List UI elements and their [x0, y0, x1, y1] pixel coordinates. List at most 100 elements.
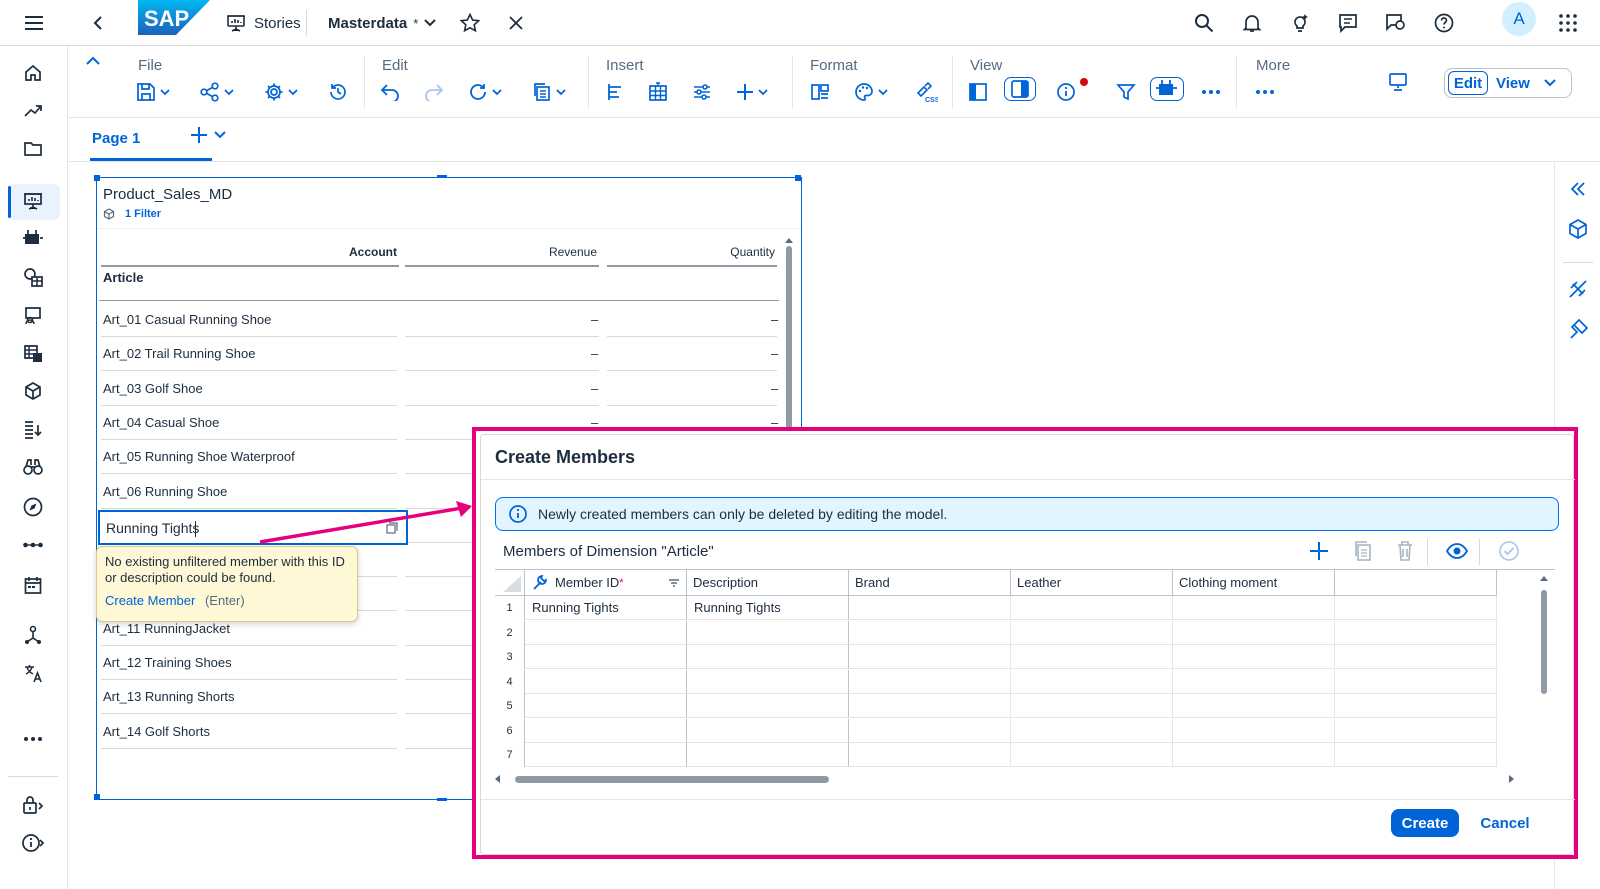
discussions-icon[interactable]: [1382, 9, 1410, 37]
show-hide-columns-button[interactable]: [1445, 539, 1469, 563]
help-icon[interactable]: [1430, 9, 1458, 37]
paintbrush-icon[interactable]: [1567, 318, 1589, 340]
theme-menu-button[interactable]: [854, 80, 888, 104]
stories-button[interactable]: Stories: [226, 8, 301, 38]
column-header-clothing-moment[interactable]: Clothing moment: [1173, 570, 1335, 596]
styling-tools-icon[interactable]: [1567, 278, 1589, 300]
document-title-menu[interactable]: Masterdata *: [328, 8, 436, 38]
home-icon[interactable]: [20, 60, 46, 86]
version-history-button[interactable]: [328, 80, 348, 104]
model-cube-icon[interactable]: [20, 378, 46, 404]
filter-button[interactable]: [1116, 80, 1136, 104]
leather-cell[interactable]: [1011, 620, 1173, 645]
css-editor-button[interactable]: CSS: [916, 80, 938, 104]
leather-cell[interactable]: [1011, 669, 1173, 694]
more-button[interactable]: [1256, 80, 1274, 104]
multi-actions-icon[interactable]: [20, 622, 46, 648]
leather-cell[interactable]: [1011, 743, 1173, 767]
compass-icon[interactable]: [20, 494, 46, 520]
row-number[interactable]: 7: [495, 743, 525, 767]
account-header[interactable]: Account: [101, 238, 397, 266]
insert-chart-button[interactable]: [606, 80, 626, 104]
data-analyzer-icon[interactable]: [20, 264, 46, 290]
column-header-member-id[interactable]: Member ID *: [525, 570, 687, 596]
description-cell[interactable]: [687, 669, 849, 694]
view-more-button[interactable]: [1202, 80, 1220, 104]
settings-menu-button[interactable]: [264, 80, 298, 104]
menu-icon[interactable]: [20, 9, 48, 37]
resize-handle[interactable]: [94, 794, 100, 800]
description-cell[interactable]: [687, 694, 849, 718]
row-number[interactable]: 3: [495, 645, 525, 669]
view-mode-button[interactable]: View: [1496, 75, 1556, 92]
add-member-button[interactable]: [1307, 539, 1331, 563]
description-cell[interactable]: [687, 743, 849, 767]
redo-button[interactable]: [424, 80, 444, 104]
refresh-menu-button[interactable]: [468, 80, 502, 104]
scroll-up-arrow[interactable]: [785, 238, 793, 243]
resize-handle[interactable]: [437, 798, 447, 801]
member-id-cell[interactable]: [525, 645, 687, 669]
row-number[interactable]: 6: [495, 718, 525, 743]
validate-button[interactable]: [1497, 539, 1521, 563]
notification-bell-icon[interactable]: [1238, 9, 1266, 37]
scroll-right-arrow[interactable]: [1509, 775, 1514, 783]
clothing-moment-cell[interactable]: [1173, 620, 1335, 645]
app-grid-icon[interactable]: [1554, 9, 1582, 37]
tab-page-1[interactable]: Page 1: [92, 130, 140, 147]
extra-cell[interactable]: [1335, 743, 1497, 767]
resize-handle[interactable]: [437, 175, 447, 178]
quantity-header[interactable]: Quantity: [607, 238, 775, 266]
edit-mode-toggle[interactable]: [1150, 77, 1184, 101]
connections-icon[interactable]: [20, 532, 46, 558]
create-button[interactable]: Create: [1391, 809, 1459, 837]
analytic-application-icon[interactable]: [20, 226, 46, 252]
extra-cell[interactable]: [1335, 718, 1497, 743]
clothing-moment-cell[interactable]: [1173, 596, 1335, 620]
feedback-icon[interactable]: [1334, 9, 1362, 37]
edit-mode-button[interactable]: Edit: [1448, 71, 1488, 95]
create-member-link[interactable]: Create Member: [105, 593, 195, 608]
grid-vertical-scrollbar[interactable]: [1539, 576, 1549, 786]
description-cell[interactable]: [687, 620, 849, 645]
row-number[interactable]: 2: [495, 620, 525, 645]
row-number[interactable]: 4: [495, 669, 525, 694]
undo-button[interactable]: [380, 80, 400, 104]
datasets-icon[interactable]: [20, 340, 46, 366]
folder-icon[interactable]: [20, 136, 46, 162]
revenue-header[interactable]: Revenue: [405, 238, 597, 266]
insert-input-control-button[interactable]: [692, 80, 712, 104]
more-icon[interactable]: [20, 726, 46, 752]
collapse-toolbar-icon[interactable]: [86, 56, 100, 65]
search-icon[interactable]: [1190, 9, 1218, 37]
brand-cell[interactable]: [849, 718, 1011, 743]
clothing-moment-cell[interactable]: [1173, 718, 1335, 743]
table-row[interactable]: Art_03 Golf Shoe – –: [99, 371, 779, 406]
scrollbar-thumb[interactable]: [515, 776, 829, 783]
extra-cell[interactable]: [1335, 669, 1497, 694]
description-cell[interactable]: [687, 718, 849, 743]
trend-icon[interactable]: [20, 98, 46, 124]
table-row[interactable]: Art_01 Casual Running Shoe – –: [99, 302, 779, 337]
clothing-moment-cell[interactable]: [1173, 743, 1335, 767]
column-header-more[interactable]: [1335, 570, 1497, 596]
member-id-cell[interactable]: [525, 718, 687, 743]
copy-menu-button[interactable]: [532, 80, 566, 104]
resize-handle[interactable]: [795, 175, 801, 181]
extra-cell[interactable]: [1335, 645, 1497, 669]
insert-add-menu-button[interactable]: [736, 80, 768, 104]
delete-member-button[interactable]: [1393, 539, 1417, 563]
resize-handle[interactable]: [94, 175, 100, 181]
brand-cell[interactable]: [849, 645, 1011, 669]
left-panel-toggle[interactable]: [968, 80, 988, 104]
add-page-button[interactable]: [190, 126, 226, 144]
layout-button[interactable]: [810, 80, 830, 104]
digital-boardroom-icon[interactable]: [20, 302, 46, 328]
stories-nav-icon[interactable]: [20, 188, 46, 214]
ideas-bulb-icon[interactable]: [1286, 9, 1314, 37]
right-panel-toggle[interactable]: [1004, 77, 1036, 101]
present-icon[interactable]: [1388, 72, 1408, 92]
translation-icon[interactable]: [20, 660, 46, 686]
column-header-brand[interactable]: Brand: [849, 570, 1011, 596]
brand-cell[interactable]: [849, 694, 1011, 718]
